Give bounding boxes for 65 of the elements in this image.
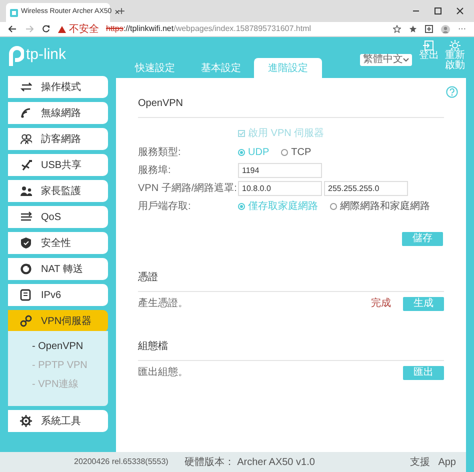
logout-icon <box>423 40 435 51</box>
input-field[interactable]: 255.255.255.0 <box>324 181 408 196</box>
section-label: 產生憑證。 <box>138 296 189 311</box>
usb-icon <box>20 159 32 171</box>
footer-link[interactable]: 支援 <box>410 454 430 470</box>
firmware-version: 20200426 rel.65338(5553) <box>74 456 168 468</box>
sidebar-item[interactable]: 訪客網路 <box>8 128 108 150</box>
footer-link[interactable]: App <box>438 454 456 470</box>
profile-icon[interactable] <box>441 24 450 34</box>
sidebar-item[interactable]: 系統工具 <box>8 410 108 432</box>
collections-icon[interactable] <box>425 25 433 33</box>
sidebar-item[interactable]: 操作模式 <box>8 76 108 98</box>
section-title: 憑證 <box>138 272 158 283</box>
sidebar-item[interactable]: USB共享 <box>8 154 108 176</box>
sun-icon <box>449 40 461 51</box>
hardware-version: 硬體版本： Archer AX50 v1.0 <box>184 456 315 470</box>
section-title: OpenVPN <box>138 98 184 109</box>
close-icon[interactable] <box>456 7 464 15</box>
submenu-item[interactable]: - OpenVPN <box>32 339 108 354</box>
logo-text: tp-link <box>26 45 66 66</box>
favorites-icon[interactable] <box>409 25 417 33</box>
reload-icon[interactable] <box>42 25 50 33</box>
section-title: 組態檔 <box>138 341 168 352</box>
radio-option[interactable]: 網際網路和家庭網路 <box>330 199 430 214</box>
page-icon <box>10 8 18 16</box>
url-text: https://tplinkwifi.net/webpages/index.1587895731607.html <box>106 23 312 35</box>
field-label: VPN 子網路/網路遮罩: <box>138 182 238 196</box>
field-label: 服務埠: <box>138 164 172 178</box>
document-icon <box>20 289 32 301</box>
sidebar-item[interactable]: 無線網路 <box>8 102 108 124</box>
close-tab-button[interactable]: × <box>114 6 120 20</box>
address-bar[interactable]: 不安全 https://tplinkwifi.net/webpages/index.1587895731607.html <box>58 22 385 36</box>
checkbox-label: 啟用 VPN 伺服器 <box>248 127 324 141</box>
people-icon <box>20 133 32 145</box>
security-warning: 不安全 <box>69 22 99 36</box>
field-label: 服務類型: <box>138 146 182 160</box>
family-icon <box>20 185 32 197</box>
sidebar-item[interactable]: QoS <box>8 206 108 228</box>
list-icon <box>20 211 32 223</box>
status-text: 完成 <box>371 296 391 311</box>
sidebar-item[interactable]: VPN伺服器 <box>8 310 108 332</box>
sidebar-item[interactable]: IPv6 <box>8 284 108 306</box>
sidebar-item[interactable]: 家長監護 <box>8 180 108 202</box>
radio-option[interactable]: TCP <box>281 145 312 160</box>
input-field[interactable]: 10.8.0.0 <box>238 181 322 196</box>
caret-icon <box>403 58 409 62</box>
link-icon <box>20 315 32 327</box>
logo-icon <box>8 46 24 66</box>
more-button[interactable]: ··· <box>458 23 466 35</box>
maximize-icon[interactable] <box>434 7 442 15</box>
cycle-icon <box>20 263 32 275</box>
shield-icon <box>20 237 32 249</box>
language-select[interactable]: 繁體中文 <box>360 54 412 66</box>
field-label: 用戶端存取: <box>138 200 192 214</box>
input-field[interactable]: 1194 <box>238 163 322 178</box>
swap-icon <box>20 81 32 93</box>
sidebar-item[interactable]: NAT 轉送 <box>8 258 108 280</box>
star-icon[interactable] <box>393 25 401 33</box>
back-icon[interactable] <box>8 25 17 33</box>
new-tab-button[interactable]: + <box>118 2 126 20</box>
gear-icon <box>20 415 32 427</box>
warning-icon <box>58 26 66 32</box>
section-label: 匯出組態。 <box>138 366 189 380</box>
checkbox[interactable] <box>238 130 245 137</box>
sidebar-item[interactable]: 安全性 <box>8 232 108 254</box>
